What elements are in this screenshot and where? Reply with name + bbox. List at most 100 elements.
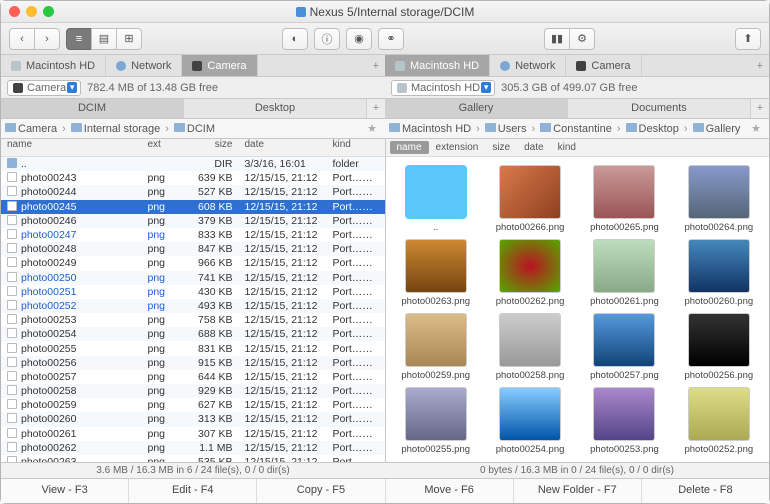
add-tab-button[interactable]: +: [367, 99, 385, 118]
add-tab-button[interactable]: +: [751, 99, 769, 118]
table-row[interactable]: ..DIR3/3/16, 16:01folder: [1, 157, 385, 171]
crumb[interactable]: Constantine: [540, 123, 612, 135]
info-button[interactable]: ⓘ: [314, 28, 340, 50]
folder-tab[interactable]: Gallery: [385, 99, 568, 118]
find-button[interactable]: ⚭: [378, 28, 404, 50]
drive-tab-network[interactable]: Network: [490, 55, 566, 76]
table-row[interactable]: photo00247png833 KB12/15/15, 21:12Port…a…: [1, 228, 385, 242]
gh-name[interactable]: name: [390, 141, 429, 154]
table-row[interactable]: photo00258png929 KB12/15/15, 21:12Port…a…: [1, 384, 385, 398]
table-row[interactable]: photo00248png847 KB12/15/15, 21:12Port…a…: [1, 242, 385, 256]
drive-select-right[interactable]: Macintosh HD: [391, 80, 495, 96]
minimize-icon[interactable]: [26, 6, 37, 17]
table-row[interactable]: photo00243png639 KB12/15/15, 21:12Port…a…: [1, 171, 385, 185]
grid-item[interactable]: photo00264.png: [673, 165, 765, 233]
fkey-button[interactable]: New Folder - F7: [514, 479, 642, 503]
grid-item[interactable]: photo00255.png: [390, 387, 482, 455]
table-row[interactable]: photo00244png527 KB12/15/15, 21:12Port…a…: [1, 185, 385, 199]
grid-item[interactable]: photo00258.png: [484, 313, 576, 381]
grid-item[interactable]: photo00265.png: [578, 165, 670, 233]
table-row[interactable]: photo00252png493 KB12/15/15, 21:12Port…a…: [1, 299, 385, 313]
table-row[interactable]: photo00262png1.1 MB12/15/15, 21:12Port…a…: [1, 441, 385, 455]
table-row[interactable]: photo00253png758 KB12/15/15, 21:12Port…a…: [1, 313, 385, 327]
grid-item[interactable]: photo00257.png: [578, 313, 670, 381]
gh-kind[interactable]: kind: [551, 142, 583, 153]
grid-item[interactable]: photo00260.png: [673, 239, 765, 307]
crumb[interactable]: Gallery: [693, 123, 741, 135]
table-row[interactable]: photo00246png379 KB12/15/15, 21:12Port…a…: [1, 214, 385, 228]
col-date[interactable]: date: [239, 139, 327, 156]
forward-button[interactable]: ›: [34, 28, 60, 50]
table-row[interactable]: photo00257png644 KB12/15/15, 21:12Port…a…: [1, 370, 385, 384]
close-icon[interactable]: [9, 6, 20, 17]
folder-tab[interactable]: Documents: [568, 99, 751, 118]
crumb[interactable]: Macintosh HD: [389, 123, 471, 135]
col-size[interactable]: size: [184, 139, 239, 156]
table-row[interactable]: photo00255png831 KB12/15/15, 21:12Port…a…: [1, 341, 385, 355]
table-row[interactable]: photo00249png966 KB12/15/15, 21:12Port…a…: [1, 256, 385, 270]
col-ext[interactable]: ext: [142, 139, 184, 156]
table-row[interactable]: photo00263png535 KB12/15/15, 21:12Port…a…: [1, 455, 385, 462]
drive-tab-camera[interactable]: Camera: [566, 55, 641, 76]
fkey-button[interactable]: View - F3: [1, 479, 129, 503]
file-grid[interactable]: ..photo00266.pngphoto00265.pngphoto00264…: [390, 165, 766, 455]
table-row[interactable]: photo00251png430 KB12/15/15, 21:12Port…a…: [1, 285, 385, 299]
crumb[interactable]: DCIM: [174, 123, 215, 135]
list-header[interactable]: name ext size date kind: [1, 139, 385, 157]
toggle-button[interactable]: ◐: [282, 28, 308, 50]
add-drive-button[interactable]: +: [751, 60, 769, 72]
grid-item[interactable]: photo00256.png: [673, 313, 765, 381]
grid-item[interactable]: photo00266.png: [484, 165, 576, 233]
col-name[interactable]: name: [1, 139, 142, 156]
crumb[interactable]: Camera: [5, 123, 57, 135]
table-row[interactable]: photo00254png688 KB12/15/15, 21:12Port…a…: [1, 327, 385, 341]
grid-item[interactable]: photo00253.png: [578, 387, 670, 455]
crumb[interactable]: Desktop: [626, 123, 679, 135]
gh-date[interactable]: date: [517, 142, 550, 153]
grid-item[interactable]: ..: [390, 165, 482, 233]
fkey-button[interactable]: Edit - F4: [129, 479, 257, 503]
favorite-button[interactable]: ★: [363, 122, 381, 135]
grid-item[interactable]: photo00259.png: [390, 313, 482, 381]
dual-pane-button[interactable]: ▮▮: [544, 28, 570, 50]
upload-button[interactable]: ⬆: [735, 28, 761, 50]
zoom-icon[interactable]: [43, 6, 54, 17]
settings-button[interactable]: ⚙: [569, 28, 595, 50]
table-row[interactable]: photo00245png608 KB12/15/15, 21:12Port…a…: [1, 200, 385, 214]
table-row[interactable]: photo00259png627 KB12/15/15, 21:12Port…a…: [1, 398, 385, 412]
gh-ext[interactable]: extension: [429, 142, 486, 153]
quicklook-button[interactable]: ◉: [346, 28, 372, 50]
view-cols-button[interactable]: ▤: [91, 28, 117, 50]
file-list[interactable]: ..DIR3/3/16, 16:01folderphoto00243png639…: [1, 157, 385, 462]
back-button[interactable]: ‹: [9, 28, 35, 50]
fkey-button[interactable]: Delete - F8: [642, 479, 769, 503]
col-kind[interactable]: kind: [327, 139, 385, 156]
drive-tab-camera[interactable]: Camera: [182, 55, 257, 76]
view-list-button[interactable]: ≡: [66, 28, 92, 50]
gh-size[interactable]: size: [485, 142, 517, 153]
add-drive-button[interactable]: +: [367, 60, 385, 72]
table-row[interactable]: photo00250png741 KB12/15/15, 21:12Port…a…: [1, 271, 385, 285]
grid-item[interactable]: photo00252.png: [673, 387, 765, 455]
grid-item[interactable]: photo00263.png: [390, 239, 482, 307]
folder-tab[interactable]: Desktop: [184, 99, 367, 118]
grid-item[interactable]: photo00261.png: [578, 239, 670, 307]
drive-tab-network[interactable]: Network: [106, 55, 182, 76]
crumb[interactable]: Internal storage: [71, 123, 160, 135]
drive-tab-macintosh-hd[interactable]: Macintosh HD: [1, 55, 106, 76]
grid-item[interactable]: photo00254.png: [484, 387, 576, 455]
table-row[interactable]: photo00256png915 KB12/15/15, 21:12Port…a…: [1, 356, 385, 370]
view-grid-button[interactable]: ⊞: [116, 28, 142, 50]
fkey-button[interactable]: Move - F6: [386, 479, 514, 503]
fkey-button[interactable]: Copy - F5: [257, 479, 385, 503]
favorite-button[interactable]: ★: [747, 122, 765, 135]
drive-select-left[interactable]: Camera: [7, 80, 81, 96]
table-row[interactable]: photo00261png307 KB12/15/15, 21:12Port…a…: [1, 427, 385, 441]
crumb[interactable]: Users: [485, 123, 527, 135]
table-row[interactable]: photo00260png313 KB12/15/15, 21:12Port…a…: [1, 412, 385, 426]
grid-header[interactable]: name extension size date kind: [386, 139, 770, 157]
folder-tab[interactable]: DCIM: [1, 99, 184, 118]
grid-item[interactable]: photo00262.png: [484, 239, 576, 307]
drive-tab-macintosh-hd[interactable]: Macintosh HD: [385, 55, 490, 76]
thumbnail: [688, 165, 750, 219]
